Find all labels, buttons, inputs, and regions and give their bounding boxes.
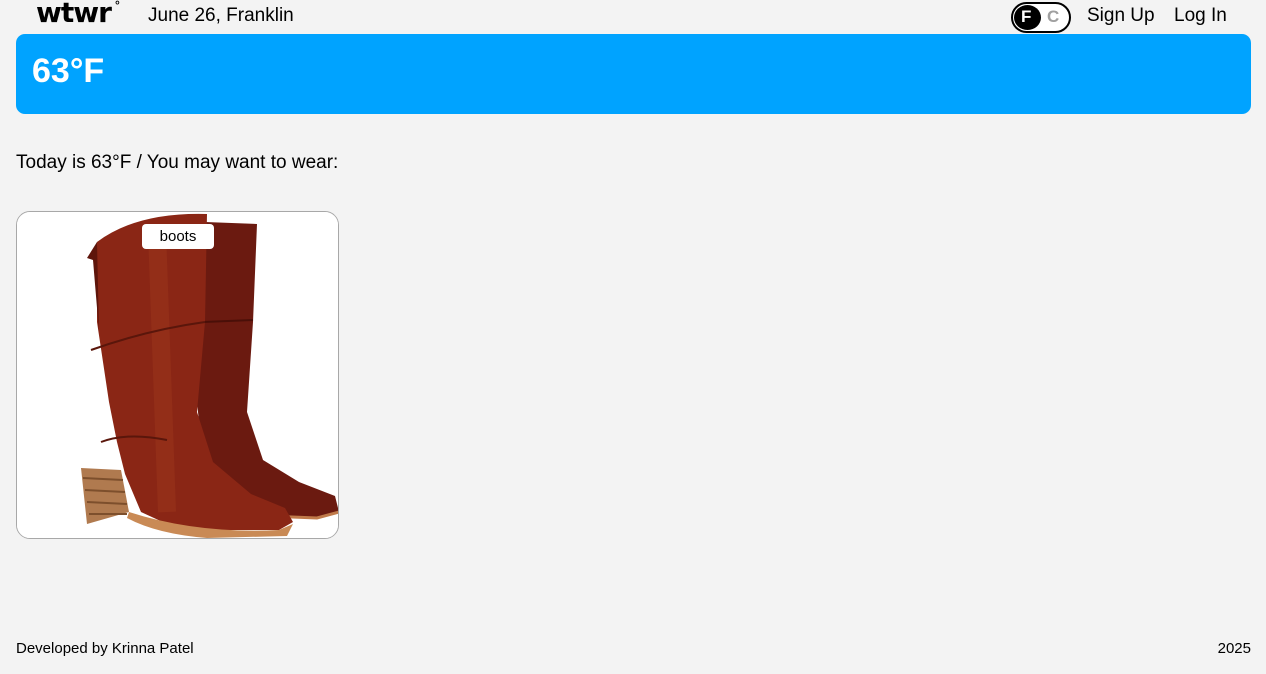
item-name-label: boots <box>142 224 214 249</box>
temperature-unit-toggle[interactable]: F C <box>1011 2 1071 33</box>
log-in-button[interactable]: Log In <box>1174 5 1227 27</box>
toggle-celsius-label: C <box>1047 7 1060 26</box>
logo-degree-mark: ° <box>115 0 120 12</box>
boots-image <box>17 212 338 538</box>
date-location: June 26, Franklin <box>148 5 294 26</box>
weather-card: 63°F <box>16 34 1251 114</box>
footer-developer: Developed by Krinna Patel <box>16 640 194 657</box>
footer-year: 2025 <box>1217 640 1251 657</box>
page: wtwr ° June 26, Franklin F C Sign Up Log… <box>0 0 1266 674</box>
weather-temperature: 63°F <box>32 52 105 90</box>
clothing-suggestion-text: Today is 63°F / You may want to wear: <box>16 152 339 173</box>
sign-up-button[interactable]: Sign Up <box>1087 5 1155 27</box>
logo[interactable]: wtwr <box>36 0 112 29</box>
clothing-item-card[interactable]: boots <box>16 211 339 539</box>
header: wtwr ° June 26, Franklin F C Sign Up Log… <box>0 0 1266 34</box>
toggle-fahrenheit-label: F <box>1021 7 1032 26</box>
